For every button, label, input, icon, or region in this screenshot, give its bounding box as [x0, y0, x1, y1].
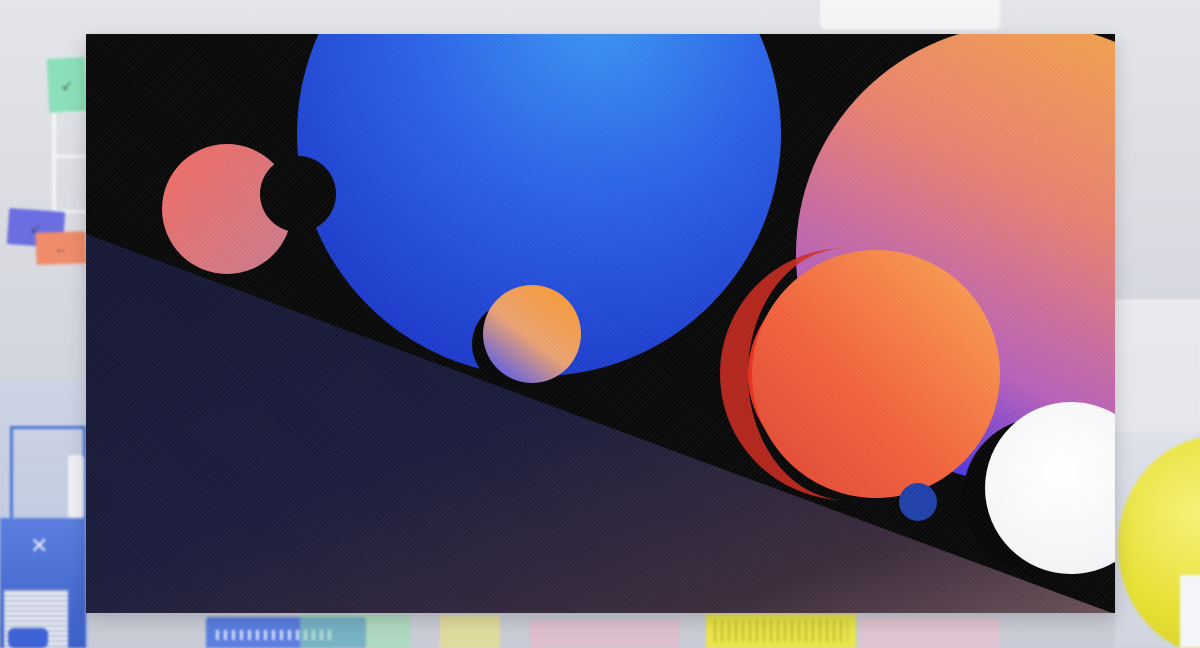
crescent-shadow: [260, 156, 336, 232]
arrow-left-icon: ↙: [60, 76, 74, 93]
arrow-left-icon: ←: [53, 239, 69, 257]
green-tray: [300, 614, 410, 648]
close-x-icon: ✕: [30, 534, 49, 559]
top-light-blob: [820, 0, 1000, 30]
artwork-card: [86, 34, 1115, 613]
yellow-shelf: [440, 615, 500, 648]
small-orange-sphere: [483, 285, 581, 383]
pegboard-holes: [714, 620, 848, 642]
white-cylinder: [68, 455, 84, 519]
blue-cushion: [8, 628, 48, 648]
small-blue-dot: [899, 483, 937, 521]
orange-sphere: [752, 250, 1000, 498]
green-sticky-note: ↙: [46, 57, 88, 113]
pink-block: [860, 618, 1000, 648]
glass-panel: [1115, 300, 1200, 432]
geometric-spheres-illustration: [86, 34, 1115, 613]
white-block: [1180, 575, 1200, 648]
orange-sticky-note: ←: [35, 231, 87, 265]
pink-tray: [530, 620, 680, 648]
rack-bar: [52, 155, 86, 158]
